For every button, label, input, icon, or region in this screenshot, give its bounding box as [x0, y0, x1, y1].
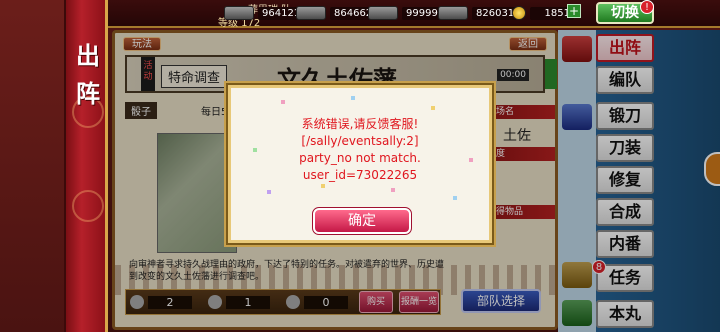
resource-steel: 864662: [296, 4, 377, 22]
resource-whetstone: 826031: [438, 4, 519, 22]
whetstone-icon: [438, 6, 468, 20]
confetti: [453, 196, 457, 200]
coin-icon: [512, 6, 526, 20]
charcoal-icon: [224, 6, 254, 20]
confetti: [391, 188, 395, 192]
confetti: [431, 106, 435, 110]
confirm-button[interactable]: 确定: [312, 207, 412, 235]
game-screen: 出 阵 葬思瑞 队 等级 172 964121 864662 999999 82…: [0, 0, 720, 332]
swirl-decoration: [72, 190, 104, 222]
error-line-1: 系统错误,请反馈客服!: [301, 117, 419, 131]
resource-cooling: 999999: [368, 4, 449, 22]
add-coin-button[interactable]: +: [567, 4, 581, 18]
top-resource-bar: 葬思瑞 队 等级 172 964121 864662 999999 826031…: [108, 0, 720, 29]
confetti: [267, 190, 271, 194]
resource-charcoal: 964121: [224, 4, 305, 22]
cooling-material-icon: [368, 6, 398, 20]
confetti: [281, 100, 285, 104]
confetti: [351, 96, 355, 100]
banner-char-2: 阵: [76, 79, 100, 108]
resource-coin: 1851: [512, 4, 574, 22]
switch-alert-badge: !: [640, 0, 654, 14]
left-sortie-banner: 出 阵: [64, 0, 108, 332]
error-line-3: party_no not match.: [299, 151, 421, 165]
error-dialog: 系统错误,请反馈客服! [/sally/eventsally:2] party_…: [226, 83, 494, 245]
confetti: [321, 184, 325, 188]
banner-char-1: 出: [76, 41, 100, 70]
error-line-2: [/sally/eventsally:2]: [301, 134, 419, 148]
steel-icon: [296, 6, 326, 20]
error-line-4: user_id=73022265: [302, 168, 418, 182]
error-message: 系统错误,请反馈客服! [/sally/eventsally:2] party_…: [231, 116, 489, 184]
